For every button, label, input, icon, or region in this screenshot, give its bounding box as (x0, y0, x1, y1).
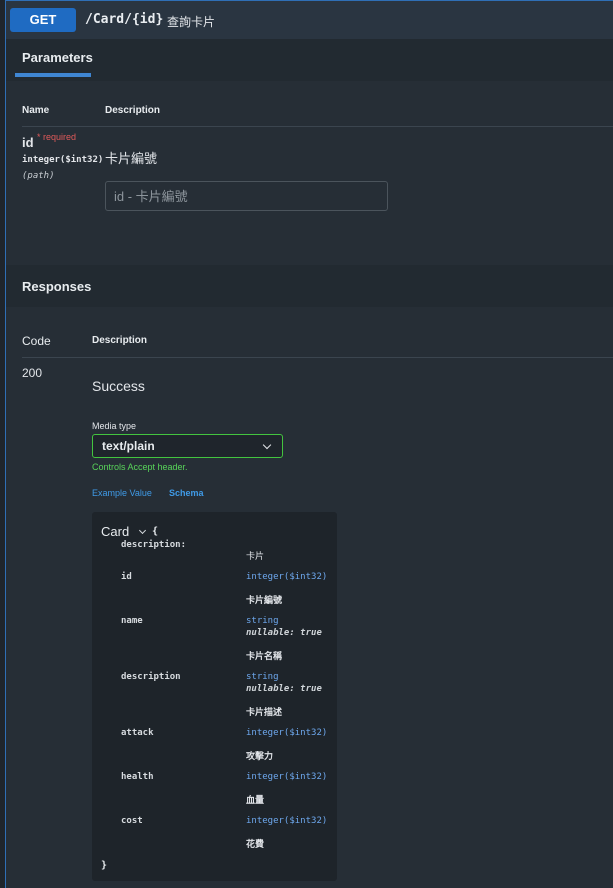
property-name: name (121, 616, 143, 626)
property-type: integer($int32) (246, 572, 328, 582)
property-description: 血量 (246, 795, 265, 805)
param-location: (path) (22, 171, 55, 181)
response-code: 200 (22, 366, 43, 380)
responses-header: Responses (6, 265, 613, 307)
media-type-select[interactable]: text/plain (92, 434, 283, 458)
property-description: 花費 (246, 839, 265, 849)
property-nullable: nullable: true (246, 684, 322, 694)
http-method-badge: GET (10, 8, 76, 32)
operation-block: GET /Card/{id} 查詢卡片 Parameters Name Desc… (5, 0, 613, 888)
schema-model: Card { description: 卡片 id integer($int32… (92, 512, 337, 881)
param-name: id (22, 135, 34, 150)
tab-example-value[interactable]: Example Value (92, 488, 152, 498)
param-type: integer($int32) (22, 155, 104, 165)
operation-description: 查詢卡片 (167, 15, 216, 29)
required-badge: * required (37, 132, 77, 142)
accept-header-note: Controls Accept header. (92, 462, 188, 472)
property-type: integer($int32) (246, 816, 328, 826)
property-type: integer($int32) (246, 772, 328, 782)
property-type: string (246, 616, 279, 626)
parameters-header: Parameters (6, 39, 613, 81)
column-header-code: Code (22, 334, 51, 348)
property-name: cost (121, 816, 143, 826)
id-input[interactable] (105, 181, 388, 211)
property-description: 卡片描述 (246, 707, 283, 717)
close-brace: } (101, 860, 108, 871)
column-header-description: Description (105, 105, 161, 116)
model-description: 卡片 (246, 551, 265, 561)
column-header-response-description: Description (92, 335, 148, 346)
property-type: integer($int32) (246, 728, 328, 738)
tab-schema[interactable]: Schema (169, 488, 204, 498)
property-name: id (121, 572, 132, 582)
tab-underline (15, 73, 91, 77)
model-title[interactable]: Card (101, 524, 129, 539)
tab-parameters[interactable]: Parameters (15, 39, 100, 75)
responses-title: Responses (22, 279, 92, 294)
divider (22, 357, 613, 358)
response-description: Success (92, 378, 145, 394)
operation-summary[interactable]: GET /Card/{id} 查詢卡片 (6, 1, 613, 40)
property-description: 攻擊力 (246, 751, 274, 761)
property-name: description (121, 672, 181, 682)
property-nullable: nullable: true (246, 628, 322, 638)
media-type-label: Media type (92, 421, 137, 431)
param-description: 卡片編號 (105, 151, 158, 166)
property-type: string (246, 672, 279, 682)
model-description-key: description: (121, 540, 187, 550)
open-brace: { (152, 526, 159, 537)
chevron-down-icon (262, 440, 272, 450)
media-type-value: text/plain (102, 439, 155, 453)
chevron-down-icon[interactable] (138, 526, 147, 535)
divider (22, 126, 613, 127)
property-description: 卡片編號 (246, 595, 283, 605)
property-name: attack (121, 728, 154, 738)
property-name: health (121, 772, 154, 782)
endpoint-path: /Card/{id} (85, 12, 164, 27)
property-description: 卡片名稱 (246, 651, 283, 661)
column-header-name: Name (22, 105, 50, 116)
